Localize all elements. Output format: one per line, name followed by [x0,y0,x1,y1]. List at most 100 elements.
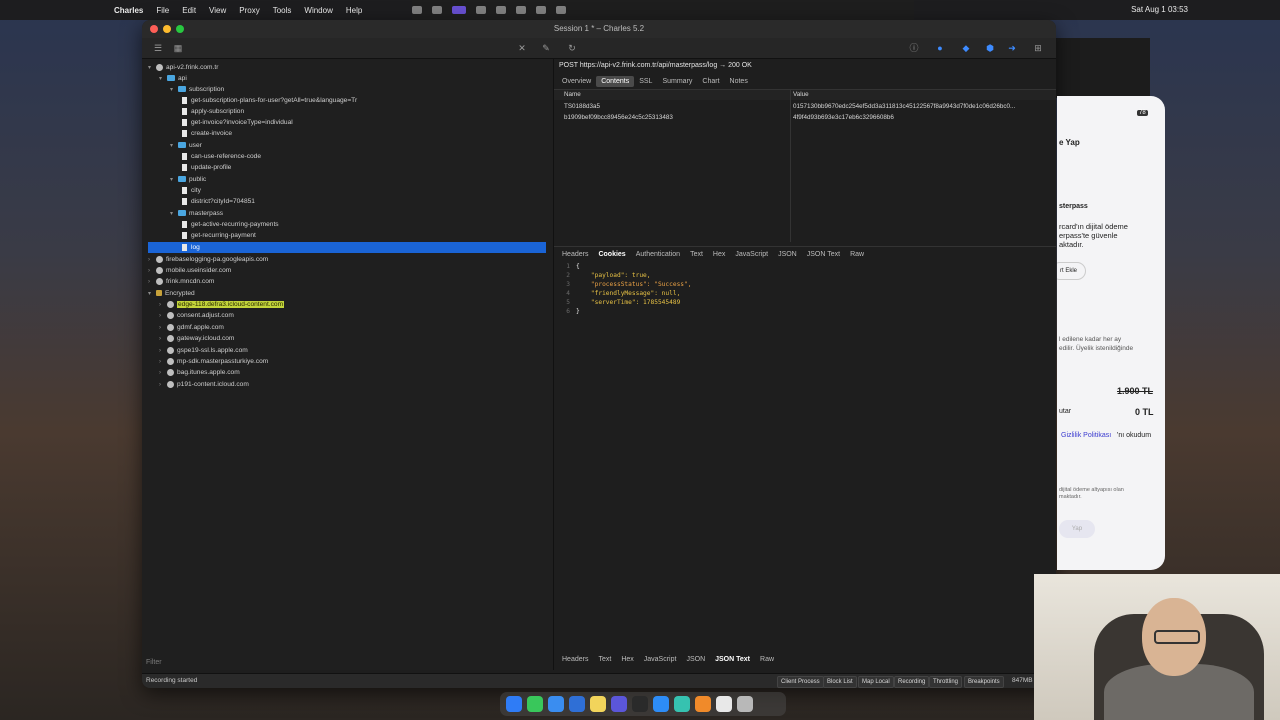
tab-chart[interactable]: Chart [697,76,724,87]
trash-icon[interactable]: ✕ [516,42,528,54]
throttling-button[interactable]: Throttling [929,676,963,688]
document-icon[interactable] [716,696,732,712]
block-list-button[interactable]: Block List [823,676,857,688]
search-icon[interactable] [556,6,566,14]
tab-json[interactable]: JSON [773,249,802,260]
tree-host[interactable]: › mp-sdk.masterpassturkiye.com [159,356,268,367]
tree-file-selected[interactable]: log [148,242,546,253]
tray-icon[interactable] [476,6,486,14]
tab-summary[interactable]: Summary [657,76,697,87]
tab-hex[interactable]: Hex [616,654,638,665]
tray-icon[interactable] [432,6,442,14]
tree-host[interactable]: › firebaselogging-pa.googleapis.com [148,254,268,265]
tree-file[interactable]: get-subscription-plans-for-user?getAll=t… [182,95,357,106]
menu-window[interactable]: Window [304,6,332,15]
breakpoints-button[interactable]: Breakpoints [964,676,1004,688]
menu-help[interactable]: Help [346,6,362,15]
throttle-icon[interactable]: ◆ [960,42,972,54]
close-window-button[interactable] [150,25,158,33]
tree-encrypted[interactable]: ▾ Encrypted [148,288,195,299]
sublime-icon[interactable] [695,696,711,712]
tree-file[interactable]: apply-subscription [182,106,244,117]
zoom-window-button[interactable] [176,25,184,33]
tree-host[interactable]: › gateway.icloud.com [159,333,234,344]
tab-hex[interactable]: Hex [708,249,730,260]
tab-javascript[interactable]: JavaScript [639,654,682,665]
tab-json-text[interactable]: JSON Text [710,654,755,665]
execute-icon[interactable]: ➜ [1006,42,1018,54]
tree-host[interactable]: › gspe19-ssl.ls.apple.com [159,345,248,356]
tab-raw[interactable]: Raw [845,249,869,260]
tree-file[interactable]: get-active-recurring-payments [182,219,279,230]
safari-icon[interactable] [548,696,564,712]
tab-ssl[interactable]: SSL [634,76,657,87]
refresh-icon[interactable]: ↻ [566,42,578,54]
screen-record-icon[interactable] [452,6,466,14]
mail-icon[interactable] [569,696,585,712]
tree-host[interactable]: › gdmf.apple.com [159,322,224,333]
tree-folder[interactable]: ▾ api [159,73,187,84]
table-view-icon[interactable]: ▦ [172,42,184,54]
app-store-icon[interactable] [653,696,669,712]
pay-button[interactable]: Yap [1059,520,1095,538]
map-local-button[interactable]: Map Local [858,676,894,688]
tree-host[interactable]: ▾ api-v2.frink.com.tr [148,62,218,73]
filter-label[interactable]: Filter [146,659,162,666]
tree-host[interactable]: › consent.adjust.com [159,310,234,321]
add-card-button[interactable]: rt Ekle [1057,262,1087,280]
charles-icon[interactable] [632,696,648,712]
tree-host[interactable]: › bag.itunes.apple.com [159,367,240,378]
tree-host[interactable]: › mobile.useinsider.com [148,265,231,276]
column-header-name[interactable]: Name [564,91,581,98]
tree-folder[interactable]: ▾ masterpass [170,208,223,219]
tab-cookies[interactable]: Cookies [593,249,630,260]
column-header-value[interactable]: Value [793,91,809,98]
tree-host[interactable]: › frink.mncdn.com [148,276,214,287]
tab-notes[interactable]: Notes [725,76,753,87]
battery-icon[interactable] [516,6,526,14]
tree-host[interactable]: › edge-118.defra3.icloud-content.com [159,299,285,310]
finder-icon[interactable] [506,696,522,712]
menu-edit[interactable]: Edit [182,6,196,15]
tree-file[interactable]: get-recurring-payment [182,230,256,241]
messages-icon[interactable] [527,696,543,712]
app-icon[interactable] [611,696,627,712]
edit-icon[interactable]: ✎ [540,42,552,54]
menu-clock[interactable]: Sat Aug 1 03:53 [1131,0,1188,20]
tree-file[interactable]: can-use-reference-code [182,151,261,162]
menu-file[interactable]: File [156,6,169,15]
tab-overview[interactable]: Overview [557,76,596,87]
tab-json[interactable]: JSON [681,654,710,665]
list-view-icon[interactable]: ☰ [152,42,164,54]
cart-icon[interactable]: ⊞ [1032,42,1044,54]
tab-authentication[interactable]: Authentication [631,249,685,260]
menu-tools[interactable]: Tools [273,6,292,15]
tab-headers[interactable]: Headers [557,654,593,665]
menu-view[interactable]: View [209,6,226,15]
record-icon[interactable]: ● [934,42,946,54]
tab-raw[interactable]: Raw [755,654,779,665]
tree-folder[interactable]: ▾ user [170,140,202,151]
tab-javascript[interactable]: JavaScript [730,249,773,260]
tab-text[interactable]: Text [685,249,708,260]
tree-file[interactable]: update-profile [182,162,231,173]
tree-file[interactable]: district?cityId=704851 [182,196,255,207]
notes-icon[interactable] [590,696,606,712]
tray-icon[interactable] [412,6,422,14]
tree-file[interactable]: city [182,185,201,196]
tab-contents[interactable]: Contents [596,76,635,87]
tree-folder[interactable]: ▾ public [170,174,206,185]
info-icon[interactable]: ⓘ [908,42,920,54]
privacy-link[interactable]: Gizlilik Politikası [1061,432,1111,439]
tab-json-text[interactable]: JSON Text [802,249,845,260]
wifi-icon[interactable] [536,6,546,14]
menu-proxy[interactable]: Proxy [239,6,259,15]
minimize-window-button[interactable] [163,25,171,33]
breakpoint-icon[interactable]: ⬢ [984,42,996,54]
tree-folder[interactable]: ▾ subscription [170,84,224,95]
tab-text[interactable]: Text [593,654,616,665]
tab-headers[interactable]: Headers [557,249,593,260]
tree-file[interactable]: get-invoice?invoiceType=individual [182,117,293,128]
trash-icon[interactable] [737,696,753,712]
tree-host[interactable]: › p191-content.icloud.com [159,379,249,390]
